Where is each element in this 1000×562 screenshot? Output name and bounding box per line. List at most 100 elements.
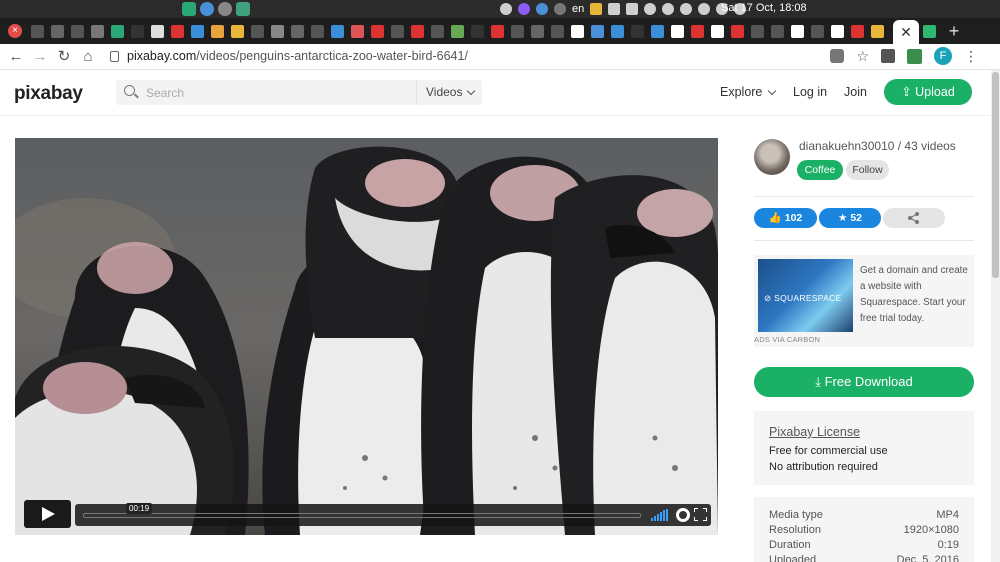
browser-tab[interactable]: [768, 21, 786, 41]
browser-tab[interactable]: [488, 21, 506, 41]
browser-tab[interactable]: [528, 21, 546, 41]
shield-icon[interactable]: [644, 3, 657, 15]
browser-tab[interactable]: [248, 21, 266, 41]
browser-tab[interactable]: [228, 21, 246, 41]
tab-pixabay[interactable]: [920, 21, 938, 41]
browser-tab[interactable]: [748, 21, 766, 41]
wifi-icon[interactable]: [698, 3, 711, 15]
share-button[interactable]: [883, 208, 945, 228]
free-download-button[interactable]: ⤓ Free Download: [754, 367, 974, 397]
keyboard-language[interactable]: en: [572, 3, 584, 15]
browser-tab[interactable]: [508, 21, 526, 41]
browser-tab[interactable]: [268, 21, 286, 41]
browser-tab[interactable]: [308, 21, 326, 41]
puzzle-icon[interactable]: [881, 49, 895, 63]
tray-icon[interactable]: [536, 3, 548, 15]
play-button[interactable]: [24, 500, 71, 528]
browser-tab[interactable]: [208, 21, 226, 41]
pixabay-logo[interactable]: pixabay: [14, 83, 83, 105]
like-button[interactable]: 👍 102: [754, 208, 817, 228]
browser-tab[interactable]: [148, 21, 166, 41]
system-clock[interactable]: Sat 17 Oct, 18:08: [721, 2, 807, 14]
chrome-icon[interactable]: [200, 2, 214, 16]
browser-tab[interactable]: [168, 21, 186, 41]
app-icon[interactable]: [182, 2, 196, 16]
app-icon[interactable]: [218, 2, 232, 16]
browser-tab[interactable]: [688, 21, 706, 41]
browser-tab[interactable]: [408, 21, 426, 41]
back-arrow-icon[interactable]: ←: [6, 47, 26, 67]
browser-tab[interactable]: [728, 21, 746, 41]
browser-tab[interactable]: [188, 21, 206, 41]
home-icon[interactable]: ⌂: [78, 47, 98, 67]
browser-tab[interactable]: [808, 21, 826, 41]
profile-avatar[interactable]: F: [934, 47, 952, 65]
browser-tab[interactable]: [568, 21, 586, 41]
coffee-button[interactable]: Coffee: [797, 160, 843, 180]
browser-tab[interactable]: [868, 21, 886, 41]
browser-tab[interactable]: [648, 21, 666, 41]
forward-arrow-icon[interactable]: →: [30, 47, 50, 67]
attach-icon[interactable]: [680, 3, 693, 15]
browser-tab[interactable]: [348, 21, 366, 41]
browser-tab[interactable]: [608, 21, 626, 41]
video-player[interactable]: [15, 138, 718, 535]
media-type-select[interactable]: Videos: [416, 80, 482, 105]
browser-tab[interactable]: [628, 21, 646, 41]
page-scrollbar[interactable]: [991, 70, 1000, 562]
check-icon[interactable]: [662, 3, 675, 15]
favorite-button[interactable]: ★ 52: [819, 208, 881, 228]
user-avatar[interactable]: [754, 139, 790, 175]
window-icon[interactable]: [626, 3, 639, 15]
new-tab-button[interactable]: +: [944, 20, 964, 42]
browser-tab[interactable]: [668, 21, 686, 41]
browser-tab[interactable]: [388, 21, 406, 41]
browser-tab[interactable]: [328, 21, 346, 41]
carbon-ad[interactable]: ⊘ SQUARESPACE Get a domain and create a …: [754, 255, 974, 347]
browser-tab[interactable]: [448, 21, 466, 41]
browser-tab[interactable]: [468, 21, 486, 41]
close-window-icon[interactable]: ×: [8, 24, 22, 38]
browser-tab[interactable]: [48, 21, 66, 41]
clipboard-icon[interactable]: [608, 3, 621, 15]
browser-tab[interactable]: [68, 21, 86, 41]
search-input[interactable]: [146, 84, 416, 101]
browser-tab[interactable]: [788, 21, 806, 41]
tray-icon[interactable]: [500, 3, 512, 15]
ad-label[interactable]: ADS VIA CARBON: [754, 335, 820, 344]
browser-tab[interactable]: [708, 21, 726, 41]
user-name-videos[interactable]: dianakuehn30010 / 43 videos: [799, 139, 956, 153]
upload-button[interactable]: ⇪ Upload: [884, 79, 972, 105]
browser-tab[interactable]: [28, 21, 46, 41]
video-progress-bar[interactable]: [83, 513, 641, 518]
ad-image[interactable]: ⊘ SQUARESPACE: [758, 259, 853, 332]
fullscreen-icon[interactable]: [694, 508, 707, 521]
active-tab-close-button[interactable]: ✕: [893, 20, 919, 44]
tray-icon[interactable]: [518, 3, 530, 15]
browser-tab[interactable]: [288, 21, 306, 41]
browser-tab[interactable]: [128, 21, 146, 41]
extension-icon[interactable]: [830, 49, 845, 63]
follow-button[interactable]: Follow: [846, 160, 889, 180]
settings-gear-icon[interactable]: [676, 508, 690, 522]
bookmark-star-icon[interactable]: ☆: [856, 48, 869, 65]
join-link[interactable]: Join: [844, 85, 867, 99]
tray-icon[interactable]: [554, 3, 566, 15]
license-link[interactable]: Pixabay License: [769, 425, 860, 439]
reload-icon[interactable]: ↻: [54, 47, 74, 67]
volume-icon[interactable]: [651, 509, 669, 521]
browser-tab[interactable]: [588, 21, 606, 41]
browser-tab[interactable]: [828, 21, 846, 41]
scrollbar-thumb[interactable]: [992, 72, 999, 278]
login-link[interactable]: Log in: [793, 85, 827, 99]
address-bar[interactable]: pixabay.com/videos/penguins-antarctica-z…: [127, 49, 468, 63]
lock-icon[interactable]: [110, 51, 119, 62]
browser-tab[interactable]: [108, 21, 126, 41]
browser-tab[interactable]: [548, 21, 566, 41]
notes-icon[interactable]: [590, 3, 603, 15]
browser-tab[interactable]: [88, 21, 106, 41]
explore-menu[interactable]: Explore: [720, 85, 777, 99]
browser-tab[interactable]: [848, 21, 866, 41]
browser-tab[interactable]: [428, 21, 446, 41]
browser-tab[interactable]: [368, 21, 386, 41]
